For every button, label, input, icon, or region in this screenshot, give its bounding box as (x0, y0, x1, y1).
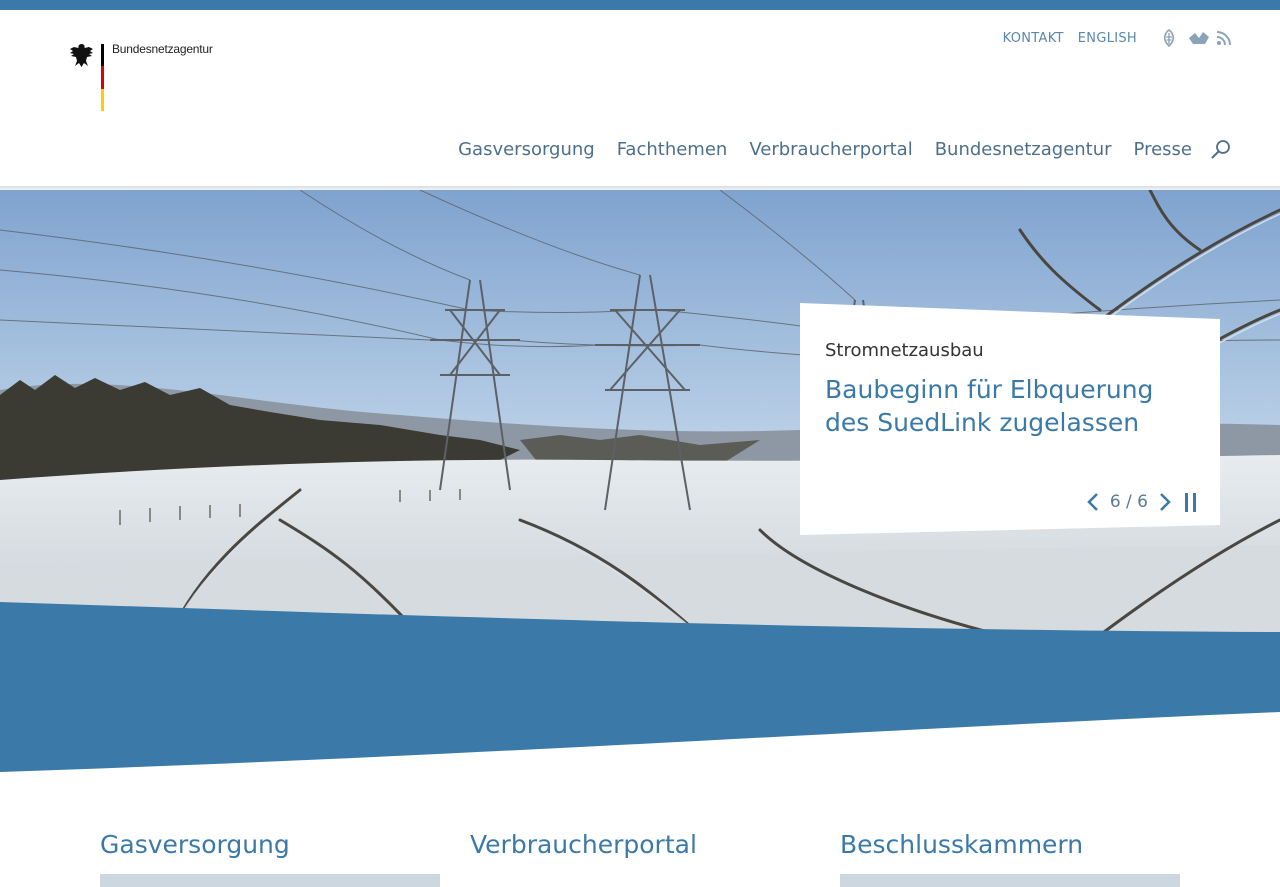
nav-presse[interactable]: Presse (1134, 139, 1192, 160)
section-gasversorgung[interactable]: Gasversorgung (100, 830, 440, 887)
previous-slide-icon[interactable] (1084, 491, 1102, 513)
section-title[interactable]: Beschlusskammern (840, 830, 1180, 859)
english-link[interactable]: ENGLISH (1078, 31, 1137, 46)
rss-icon[interactable] (1215, 29, 1235, 47)
next-slide-icon[interactable] (1156, 491, 1174, 513)
bundesnetzagentur-logo[interactable]: Bundesnetzagentur (68, 42, 218, 112)
top-strip (0, 0, 1280, 10)
federal-eagle-icon (70, 44, 93, 67)
slide-teaser-card[interactable]: Stromnetzausbau Baubeginn für Elbquerung… (800, 303, 1220, 535)
section-image (840, 874, 1180, 887)
section-title[interactable]: Gasversorgung (100, 830, 440, 859)
section-image (470, 874, 810, 887)
decorative-blue-band (0, 602, 1280, 772)
pause-icon[interactable] (1182, 491, 1200, 513)
section-title[interactable]: Verbraucherportal (470, 830, 810, 859)
nav-verbraucherportal[interactable]: Verbraucherportal (749, 139, 912, 160)
nav-gasversorgung[interactable]: Gasversorgung (458, 139, 595, 160)
nav-bundesnetzagentur[interactable]: Bundesnetzagentur (935, 139, 1112, 160)
easy-language-icon[interactable] (1159, 29, 1179, 48)
section-image (100, 874, 440, 887)
nav-fachthemen[interactable]: Fachthemen (617, 139, 728, 160)
accessibility-icons (1159, 29, 1235, 48)
german-flag-bar (101, 44, 104, 111)
sign-language-icon[interactable] (1187, 29, 1209, 47)
main-navigation: Gasversorgung Fachthemen Verbraucherport… (436, 138, 1232, 160)
search-icon[interactable] (1210, 138, 1232, 160)
slide-counter: 6 / 6 (1109, 492, 1148, 512)
section-verbraucherportal[interactable]: Verbraucherportal (470, 830, 810, 887)
section-beschlusskammern[interactable]: Beschlusskammern (840, 830, 1180, 887)
slider-controls: 6 / 6 (1084, 491, 1200, 513)
slide-headline[interactable]: Baubeginn für Elbquerung des SuedLink zu… (825, 373, 1205, 439)
logo-wordmark: Bundesnetzagentur (112, 42, 213, 56)
service-navigation: KONTAKT ENGLISH (1003, 29, 1235, 48)
contact-link[interactable]: KONTAKT (1003, 31, 1064, 46)
slide-kicker: Stromnetzausbau (825, 340, 984, 361)
